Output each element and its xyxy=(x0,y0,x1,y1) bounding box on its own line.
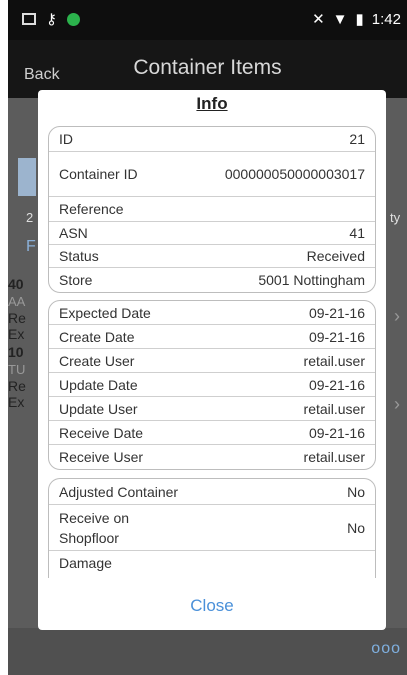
info-value: 09-21-16 xyxy=(308,424,365,441)
background-text: ty xyxy=(390,210,401,225)
info-label: Store xyxy=(59,272,93,288)
info-label: Expected Date xyxy=(59,304,151,321)
info-value: retail.user xyxy=(303,352,365,369)
info-row: Update User retail.user xyxy=(49,397,375,421)
info-label: ASN xyxy=(59,225,88,241)
info-value: 09-21-16 xyxy=(308,328,365,345)
info-value: 41 xyxy=(349,225,365,241)
clock: 1:42 xyxy=(371,10,401,28)
status-bar: ⚷ ✕ ▼ ▮ 1:42 xyxy=(8,0,407,40)
info-label: ID xyxy=(59,131,73,147)
info-row: Create Date 09-21-16 xyxy=(49,325,375,349)
info-row: ASN 41 xyxy=(49,222,375,245)
info-label: Reference xyxy=(59,201,124,217)
chevron-right-icon: › xyxy=(394,306,400,326)
info-value: retail.user xyxy=(303,449,365,465)
info-row: Status Received xyxy=(49,245,375,268)
info-label: Create User xyxy=(59,352,135,369)
background-text: Ex xyxy=(8,394,25,410)
info-row: Receive Date 09-21-16 xyxy=(49,421,375,445)
chevron-right-icon: › xyxy=(394,394,400,414)
background-text: F xyxy=(26,238,36,255)
background-text: Re xyxy=(8,378,26,394)
info-row: Receive User retail.user xyxy=(49,445,375,469)
info-label: Receive Date xyxy=(59,424,144,441)
info-dialog: Info ID 21 Container ID 0000000500000030… xyxy=(38,90,386,630)
background-text: Ex xyxy=(8,326,25,342)
background-thumbnail xyxy=(18,158,36,196)
info-label: Adjusted Container xyxy=(59,483,179,500)
info-label: Damage xyxy=(59,555,112,571)
info-label: Create Date xyxy=(59,328,135,345)
background-text: AA xyxy=(8,294,26,309)
info-group-dates: Expected Date 09-21-16 Create Date 09-21… xyxy=(48,300,376,470)
info-group-flags: Adjusted Container No Receive on Shopflo… xyxy=(48,478,376,578)
battery-icon: ▮ xyxy=(355,11,364,28)
background-text: TU xyxy=(8,362,26,377)
info-label: Container ID xyxy=(59,166,138,182)
wifi-icon: ▼ xyxy=(332,10,348,28)
info-label: Status xyxy=(59,248,99,264)
mute-icon: ✕ xyxy=(312,11,325,28)
screenshot-icon xyxy=(22,13,36,25)
key-icon: ⚷ xyxy=(46,11,57,28)
info-label: Receive User xyxy=(59,449,144,465)
info-row: Create User retail.user xyxy=(49,349,375,373)
info-label: Update User xyxy=(59,400,138,417)
info-label: Update Date xyxy=(59,376,138,393)
more-icon[interactable]: ooo xyxy=(371,640,401,658)
info-value: 09-21-16 xyxy=(308,304,365,321)
info-row: Damage xyxy=(49,551,375,575)
info-row: Adjusted Container No xyxy=(49,479,375,505)
info-row: Reference xyxy=(49,197,375,222)
info-value: 5001 Nottingham xyxy=(258,272,365,288)
info-value: retail.user xyxy=(303,400,365,417)
background-text: 40 xyxy=(8,276,24,292)
page-title: Container Items xyxy=(133,56,282,79)
info-value: No xyxy=(347,519,365,536)
info-row: Update Date 09-21-16 xyxy=(49,373,375,397)
info-row: Expected Date 09-21-16 xyxy=(49,301,375,325)
background-text: Re xyxy=(8,310,26,326)
info-value: No xyxy=(347,483,365,500)
background-text: 10 xyxy=(8,344,24,360)
info-row: Receive on Shopfloor No xyxy=(49,505,375,551)
info-row: Container ID 000000050000003017 xyxy=(49,152,375,197)
info-row: ID 21 xyxy=(49,127,375,152)
close-button[interactable]: Close xyxy=(38,586,386,626)
info-value: 21 xyxy=(349,131,365,147)
info-label: Receive on Shopfloor xyxy=(59,509,130,546)
dialog-title: Info xyxy=(196,94,228,113)
info-value: 09-21-16 xyxy=(308,376,365,393)
footer-bar: ooo xyxy=(8,628,407,675)
background-text: 2 xyxy=(26,210,34,225)
info-group-container: ID 21 Container ID 000000050000003017 Re… xyxy=(48,126,376,293)
info-value: 000000050000003017 xyxy=(224,165,365,182)
info-row: Store 5001 Nottingham xyxy=(49,268,375,292)
app-notification-icon xyxy=(67,12,80,26)
info-value: Received xyxy=(306,248,365,264)
